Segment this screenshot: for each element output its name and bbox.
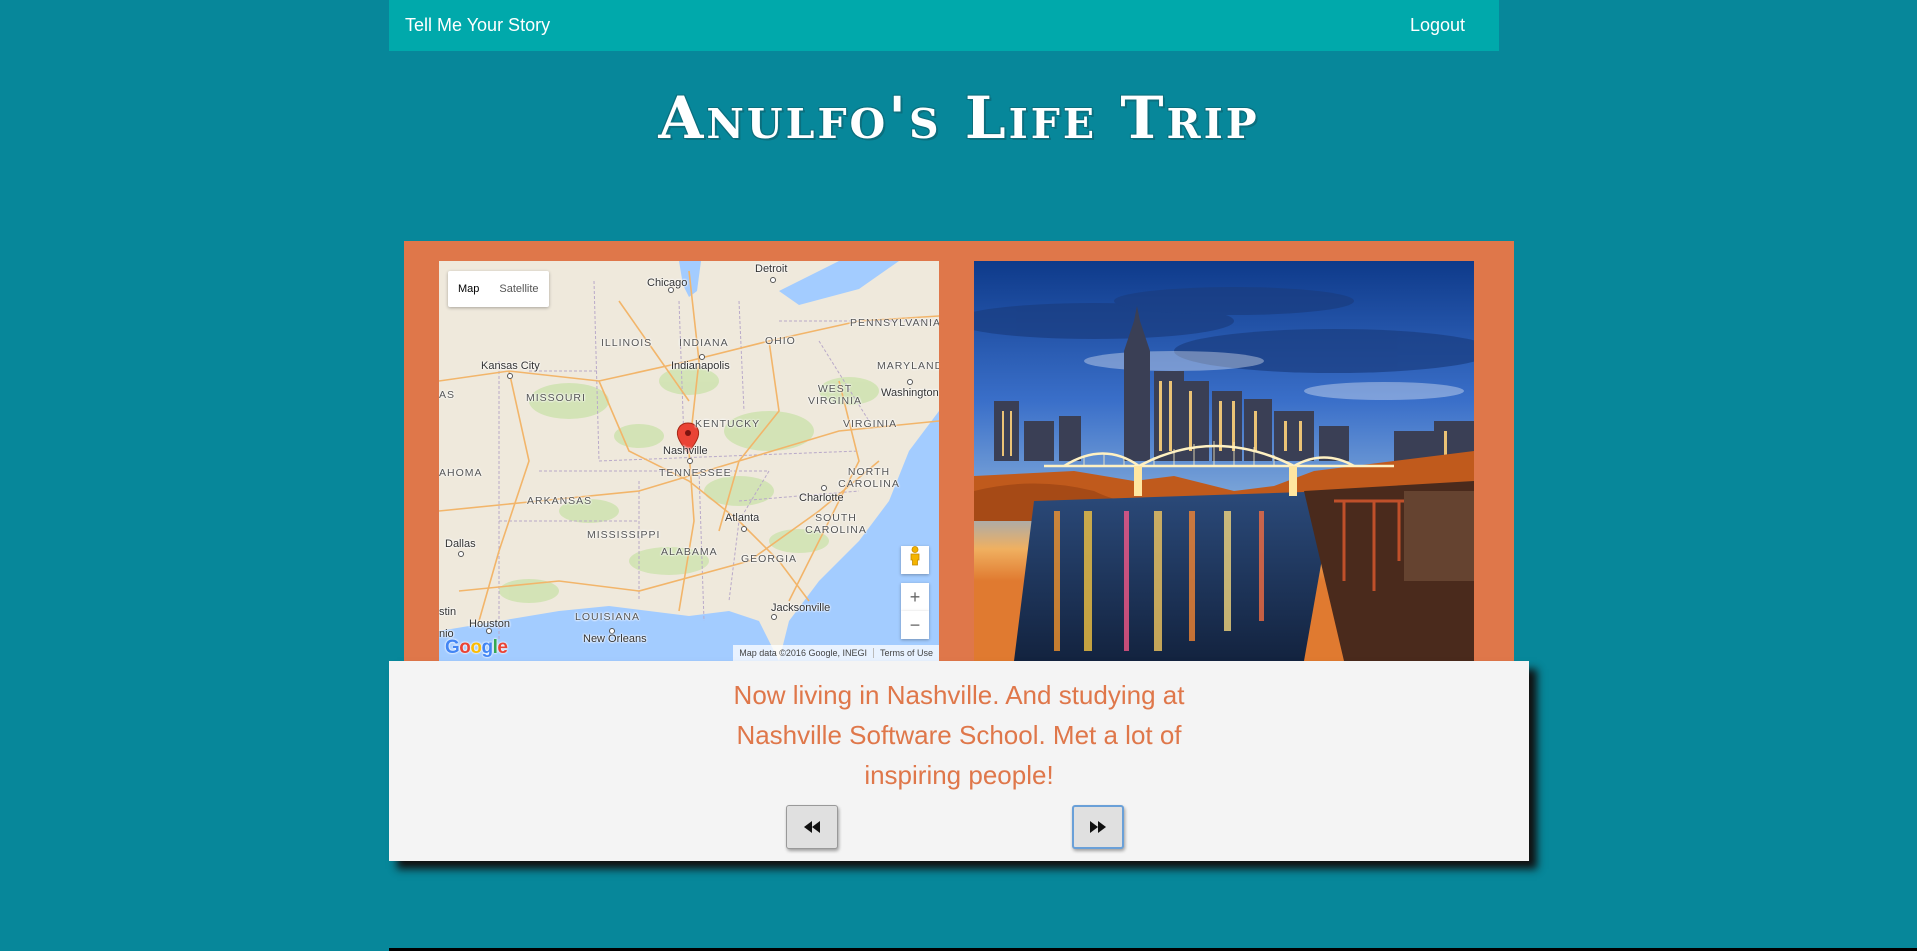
map-label-kansas-partial: AS <box>439 389 456 401</box>
map-label-dallas: Dallas <box>445 538 476 550</box>
terms-of-use-link[interactable]: Terms of Use <box>874 648 939 658</box>
map-label-alabama: ALABAMA <box>661 546 718 558</box>
map-label-virginia: VIRGINIA <box>843 418 898 430</box>
map-label-nashville: Nashville <box>663 445 708 457</box>
map-label-tennessee: TENNESSEE <box>659 467 732 479</box>
map-label-oklahoma-partial: AHOMA <box>439 467 483 479</box>
story-photo <box>974 261 1474 661</box>
previous-button[interactable] <box>786 805 838 849</box>
map-label-ohio: OHIO <box>765 335 796 347</box>
map-type-control: Map Satellite <box>448 271 549 307</box>
map-label-illinois: ILLINOIS <box>601 337 653 349</box>
map-attribution: Map data ©2016 Google, INEGI <box>739 648 867 658</box>
map-label-kentucky: KENTUCKY <box>695 418 761 430</box>
navbar: Tell Me Your Story Logout <box>389 0 1499 51</box>
next-button[interactable] <box>1072 805 1124 849</box>
map-type-map-button[interactable]: Map <box>448 271 489 307</box>
map-label-indianapolis: Indianapolis <box>671 360 730 372</box>
story-text: Now living in Nashville. And studying at… <box>733 680 1185 790</box>
map-label-arkansas: ARKANSAS <box>527 495 593 507</box>
logout-link[interactable]: Logout <box>1410 15 1465 36</box>
map-label-west-virginia: WEST VIRGINIA <box>807 383 863 407</box>
nashville-skyline-image <box>974 261 1474 661</box>
brand-link[interactable]: Tell Me Your Story <box>405 15 550 36</box>
map-view[interactable]: Chicago Detroit Kansas City Indianapolis… <box>439 261 939 661</box>
street-view-pegman-icon[interactable] <box>901 546 929 574</box>
story-card: Now living in Nashville. And studying at… <box>389 661 1529 861</box>
map-label-pennsylvania: PENNSYLVANIA <box>850 317 939 329</box>
map-footer: Map data ©2016 Google, INEGI Terms of Us… <box>733 645 939 661</box>
zoom-out-button[interactable]: − <box>901 611 929 639</box>
map-label-detroit: Detroit <box>755 263 788 275</box>
map-label-atlanta: Atlanta <box>725 512 760 524</box>
map-label-jacksonville: Jacksonville <box>771 602 831 614</box>
map-label-georgia: GEORGIA <box>741 553 798 565</box>
map-label-louisiana: LOUISIANA <box>575 611 641 623</box>
page: Tell Me Your Story Logout Anulfo's Life … <box>0 0 1917 951</box>
google-logo: Google <box>445 637 508 658</box>
map-label-washington: Washington <box>881 387 939 399</box>
map-label-kansas-city: Kansas City <box>481 360 540 372</box>
map-label-indiana: INDIANA <box>679 337 729 349</box>
map-type-satellite-button[interactable]: Satellite <box>489 271 548 307</box>
zoom-in-button[interactable]: + <box>901 583 929 611</box>
map-label-missouri: MISSOURI <box>526 392 586 404</box>
map-label-maryland: MARYLAND <box>877 360 939 372</box>
fast-forward-icon <box>1090 821 1106 833</box>
map-label-austin-partial: stin <box>439 606 457 618</box>
page-title: Anulfo's Life Trip <box>658 84 1260 152</box>
map-label-new-orleans: New Orleans <box>583 633 647 645</box>
map-label-houston: Houston <box>469 618 510 630</box>
rewind-icon <box>804 821 820 833</box>
map-label-north-carolina: NORTH CAROLINA <box>838 466 900 490</box>
map-label-south-carolina: SOUTH CAROLINA <box>805 512 867 536</box>
map-label-charlotte: Charlotte <box>799 492 844 504</box>
map-label-chicago: Chicago <box>647 277 688 289</box>
map-label-mississippi: MISSISSIPPI <box>587 529 661 541</box>
